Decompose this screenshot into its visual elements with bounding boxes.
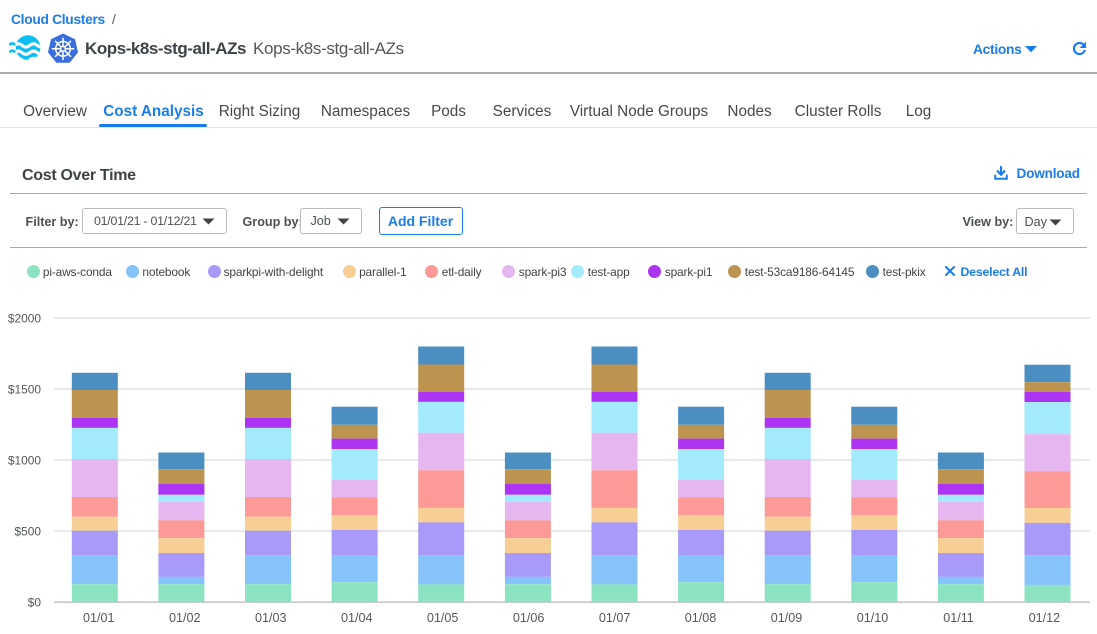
svg-text:01/09: 01/09 [771,611,803,625]
svg-text:$0: $0 [28,595,42,609]
svg-text:$1000: $1000 [8,453,41,467]
svg-text:$1500: $1500 [8,382,41,396]
svg-text:01/12: 01/12 [1029,611,1061,625]
svg-text:01/03: 01/03 [255,611,287,625]
svg-text:01/10: 01/10 [857,611,889,625]
svg-text:$500: $500 [15,524,42,538]
svg-text:01/01: 01/01 [83,611,115,625]
svg-text:01/02: 01/02 [169,611,201,625]
svg-text:01/07: 01/07 [599,611,631,625]
svg-text:01/11: 01/11 [943,611,974,625]
svg-text:01/05: 01/05 [427,611,459,625]
svg-text:01/04: 01/04 [341,611,373,625]
svg-text:01/08: 01/08 [685,611,717,625]
svg-text:01/06: 01/06 [513,611,545,625]
svg-text:$2000: $2000 [8,311,41,325]
